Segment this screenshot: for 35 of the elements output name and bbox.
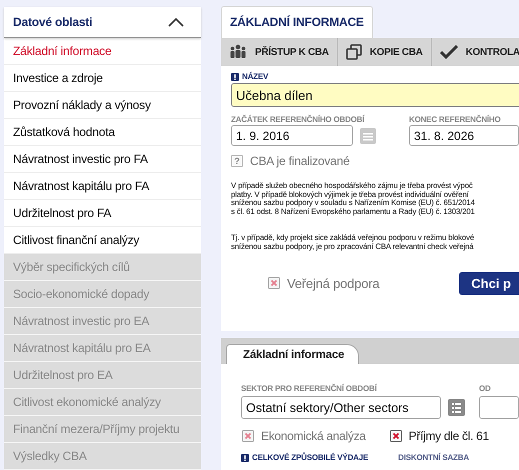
submit-button[interactable]: Chci p xyxy=(459,272,519,295)
people-icon xyxy=(229,44,247,60)
tab[interactable]: ZÁKLADNÍ INFORMACE xyxy=(221,6,373,38)
field-label: SEKTOR PRO REFERENČNÍ OBDOBÍ xyxy=(241,384,378,393)
sidebar-item[interactable]: Investice a zdroje xyxy=(4,65,201,92)
sidebar-item[interactable]: Základní informace xyxy=(4,38,201,65)
checkbox[interactable] xyxy=(390,430,402,442)
field-label: ZAČÁTEK REFERENČNÍHO OBDOBÍ xyxy=(231,115,366,124)
field-label: DISKONTNÍ SAZBA xyxy=(398,453,469,462)
required-icon xyxy=(241,454,249,462)
tab[interactable]: Základní informace xyxy=(226,344,360,364)
checkbox-label: Veřejná podpora xyxy=(287,276,380,291)
sidebar-item[interactable]: Zůstatková hodnota xyxy=(4,119,201,146)
list-icon[interactable] xyxy=(448,399,465,416)
field-label: NÁZEV xyxy=(242,72,268,81)
name-field[interactable]: Učebna dílen xyxy=(231,83,519,107)
checkbox-label: Ekonomická analýza xyxy=(261,429,366,443)
sidebar-header[interactable]: Datové oblasti xyxy=(4,7,201,38)
sidebar-item[interactable]: Návratnost kapitálu pro FA xyxy=(4,173,201,200)
sector-field[interactable]: Ostatní sektory/Other sectors xyxy=(241,396,441,419)
sidebar-item[interactable]: Udržitelnost pro FA xyxy=(4,200,201,227)
checkbox-label: CBA je finalizované xyxy=(250,154,350,168)
copy-icon xyxy=(346,44,362,60)
required-icon xyxy=(231,72,239,80)
sidebar-item[interactable]: Provozní náklady a výnosy xyxy=(4,92,201,119)
field-label: CELKOVÉ ZPŮSOBILÉ VÝDAJE xyxy=(252,453,368,462)
field-label: OD xyxy=(479,384,492,393)
date-field[interactable]: 1. 9. 2016 xyxy=(231,125,353,146)
from-field[interactable] xyxy=(479,396,519,419)
caret-icon xyxy=(168,18,184,26)
checkmark-icon xyxy=(440,45,458,59)
field-label: KONEC REFERENČNÍHO xyxy=(409,115,502,124)
checkbox-label: Příjmy dle čl. 61 xyxy=(408,429,489,443)
sidebar-item[interactable]: Návratnost investic pro FA xyxy=(4,146,201,173)
date-field[interactable]: 31. 8. 2026 xyxy=(409,125,519,146)
